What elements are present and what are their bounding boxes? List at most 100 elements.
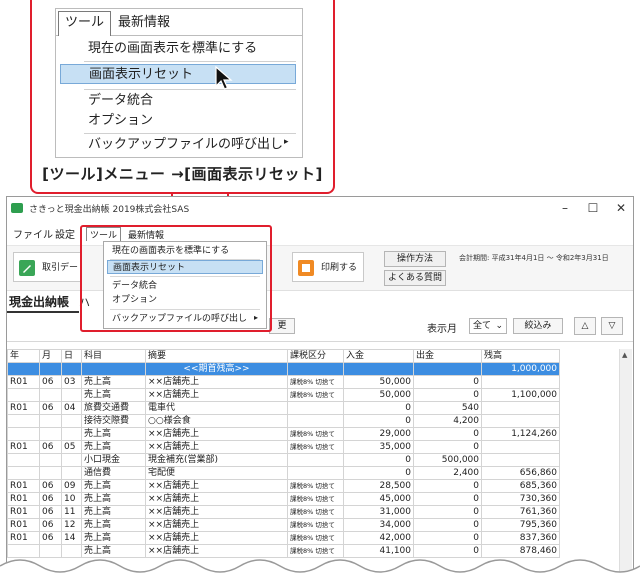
table-cell[interactable]: 現金補充(営業部) bbox=[145, 453, 288, 467]
table-cell[interactable]: 0 bbox=[413, 388, 482, 402]
table-cell[interactable] bbox=[343, 362, 414, 376]
table-row[interactable]: <<期首残高>> 1,000,000 bbox=[7, 362, 560, 376]
zoomed-item-set-default[interactable]: 現在の画面表示を標準にする bbox=[60, 39, 296, 59]
table-cell[interactable] bbox=[481, 440, 560, 454]
table-cell[interactable]: 4,200 bbox=[413, 414, 482, 428]
table-cell[interactable]: 0 bbox=[413, 440, 482, 454]
table-cell[interactable]: 0 bbox=[343, 466, 414, 480]
table-cell[interactable]: 1,100,000 bbox=[481, 388, 560, 402]
table-cell[interactable]: ××店舗売上 bbox=[145, 427, 288, 441]
table-cell[interactable]: 14 bbox=[61, 531, 82, 545]
table-cell[interactable]: R01 bbox=[7, 505, 40, 519]
table-cell[interactable]: 課税8% 切捨て bbox=[287, 531, 344, 545]
table-cell[interactable] bbox=[7, 427, 40, 441]
column-header[interactable]: 摘要 bbox=[145, 349, 288, 363]
table-cell[interactable]: 12 bbox=[61, 518, 82, 532]
table-cell[interactable]: 売上高 bbox=[81, 505, 146, 519]
table-cell[interactable] bbox=[7, 414, 40, 428]
table-cell[interactable]: 0 bbox=[413, 492, 482, 506]
table-cell[interactable]: 31,000 bbox=[343, 505, 414, 519]
table-cell[interactable]: 50,000 bbox=[343, 388, 414, 402]
table-cell[interactable] bbox=[481, 453, 560, 467]
table-row[interactable]: 売上高 ××店舗売上 課税8% 切捨て 29,000 0 1,124,260 bbox=[7, 427, 560, 441]
table-cell[interactable]: 課税8% 切捨て bbox=[287, 440, 344, 454]
table-cell[interactable]: 730,360 bbox=[481, 492, 560, 506]
howto-button[interactable]: 操作方法 bbox=[384, 251, 446, 267]
table-cell[interactable]: ××店舗売上 bbox=[145, 388, 288, 402]
column-header[interactable]: 日 bbox=[61, 349, 82, 363]
table-cell[interactable]: 10 bbox=[61, 492, 82, 506]
table-cell[interactable]: 0 bbox=[413, 427, 482, 441]
zoomed-item-data-merge[interactable]: データ統合 bbox=[60, 91, 296, 111]
table-cell[interactable] bbox=[61, 362, 82, 376]
table-cell[interactable]: 小口現金 bbox=[81, 453, 146, 467]
table-cell[interactable] bbox=[7, 466, 40, 480]
table-row[interactable]: R01 06 03 売上高 ××店舗売上 課税8% 切捨て 50,000 0 bbox=[7, 375, 560, 389]
table-cell[interactable]: 売上高 bbox=[81, 492, 146, 506]
zoomed-item-reset-display[interactable]: 画面表示リセット bbox=[60, 64, 296, 84]
table-cell[interactable] bbox=[287, 401, 344, 415]
table-cell[interactable]: 課税8% 切捨て bbox=[287, 375, 344, 389]
table-cell[interactable] bbox=[7, 362, 40, 376]
table-row[interactable]: R01 06 09 売上高 ××店舗売上 課税8% 切捨て 28,500 0 685,360 bbox=[7, 479, 560, 493]
table-cell[interactable]: 売上高 bbox=[81, 440, 146, 454]
table-row[interactable]: R01 06 11 売上高 ××店舗売上 課税8% 切捨て 31,000 0 761,360 bbox=[7, 505, 560, 519]
table-cell[interactable]: 06 bbox=[39, 518, 62, 532]
table-cell[interactable]: ××店舗売上 bbox=[145, 440, 288, 454]
table-cell[interactable]: 売上高 bbox=[81, 479, 146, 493]
table-cell[interactable]: R01 bbox=[7, 440, 40, 454]
table-cell[interactable]: 課税8% 切捨て bbox=[287, 388, 344, 402]
table-cell[interactable]: 11 bbox=[61, 505, 82, 519]
table-cell[interactable]: ××店舗売上 bbox=[145, 492, 288, 506]
table-cell[interactable]: R01 bbox=[7, 479, 40, 493]
table-cell[interactable] bbox=[61, 388, 82, 402]
table-cell[interactable]: 0 bbox=[343, 414, 414, 428]
column-header[interactable]: 課税区分 bbox=[287, 349, 344, 363]
table-cell[interactable] bbox=[61, 453, 82, 467]
table-cell[interactable] bbox=[39, 388, 62, 402]
table-cell[interactable]: 04 bbox=[61, 401, 82, 415]
table-cell[interactable]: 685,360 bbox=[481, 479, 560, 493]
table-cell[interactable]: 06 bbox=[39, 440, 62, 454]
table-cell[interactable] bbox=[481, 401, 560, 415]
hidden-action-button[interactable]: 更 bbox=[269, 318, 295, 334]
table-row[interactable]: 接待交際費 ○○様会食 0 4,200 bbox=[7, 414, 560, 428]
table-cell[interactable]: ××店舗売上 bbox=[145, 531, 288, 545]
table-cell[interactable]: 課税8% 切捨て bbox=[287, 427, 344, 441]
table-cell[interactable]: 1,000,000 bbox=[481, 362, 560, 376]
table-cell[interactable]: 売上高 bbox=[81, 427, 146, 441]
table-row[interactable]: 売上高 ××店舗売上 課税8% 切捨て 50,000 0 1,100,000 bbox=[7, 388, 560, 402]
table-cell[interactable]: 0 bbox=[343, 401, 414, 415]
table-cell[interactable]: 03 bbox=[61, 375, 82, 389]
table-cell[interactable]: 0 bbox=[343, 453, 414, 467]
table-cell[interactable]: 06 bbox=[39, 401, 62, 415]
table-cell[interactable]: R01 bbox=[7, 518, 40, 532]
table-cell[interactable]: 34,000 bbox=[343, 518, 414, 532]
table-cell[interactable]: 2,400 bbox=[413, 466, 482, 480]
column-header[interactable]: 月 bbox=[39, 349, 62, 363]
record-entry-button[interactable]: 取引デー bbox=[13, 252, 81, 282]
table-cell[interactable] bbox=[39, 362, 62, 376]
table-cell[interactable] bbox=[81, 362, 146, 376]
table-cell[interactable]: 656,860 bbox=[481, 466, 560, 480]
zoomed-tab-tools[interactable]: ツール bbox=[58, 11, 112, 36]
table-cell[interactable] bbox=[61, 414, 82, 428]
table-cell[interactable]: 売上高 bbox=[81, 518, 146, 532]
table-cell[interactable] bbox=[61, 427, 82, 441]
month-select[interactable]: 全て ⌄ bbox=[469, 318, 507, 334]
table-cell[interactable]: 06 bbox=[39, 505, 62, 519]
table-cell[interactable] bbox=[39, 414, 62, 428]
column-header[interactable]: 科目 bbox=[81, 349, 146, 363]
table-cell[interactable]: 29,000 bbox=[343, 427, 414, 441]
table-cell[interactable]: 売上高 bbox=[81, 531, 146, 545]
table-cell[interactable]: R01 bbox=[7, 531, 40, 545]
table-cell[interactable]: ××店舗売上 bbox=[145, 479, 288, 493]
column-header[interactable]: 年 bbox=[7, 349, 40, 363]
table-cell[interactable]: 500,000 bbox=[413, 453, 482, 467]
table-cell[interactable]: 837,360 bbox=[481, 531, 560, 545]
maximize-button[interactable]: ☐ bbox=[583, 201, 603, 215]
table-cell[interactable]: R01 bbox=[7, 401, 40, 415]
table-row[interactable]: 通信費 宅配便 0 2,400 656,860 bbox=[7, 466, 560, 480]
table-cell[interactable] bbox=[7, 388, 40, 402]
table-row[interactable]: R01 06 05 売上高 ××店舗売上 課税8% 切捨て 35,000 0 bbox=[7, 440, 560, 454]
